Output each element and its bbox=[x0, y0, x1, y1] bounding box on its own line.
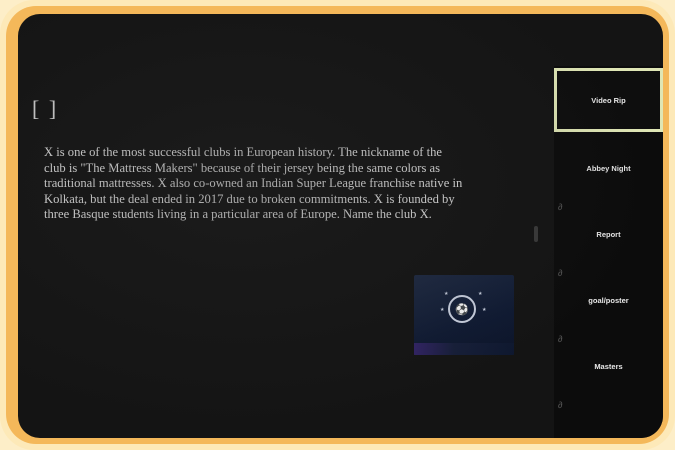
question-marker: [ ] bbox=[32, 96, 59, 121]
video-thumbnail[interactable]: ⚽ ★ ★ ★ ★ bbox=[414, 275, 514, 355]
sidebar-item-label: Report bbox=[596, 229, 621, 239]
sidebar-item-masters[interactable]: Masters bbox=[554, 334, 663, 398]
sidebar-item-abbey-night[interactable]: Abbey Night bbox=[554, 136, 663, 200]
question-text: X is one of the most successful clubs in… bbox=[44, 145, 463, 222]
video-sidebar: Video Rip Abbey Night Report goal/poster… bbox=[554, 66, 663, 438]
star-icon: ★ bbox=[478, 291, 483, 297]
star-icon: ★ bbox=[444, 291, 449, 297]
sidebar-item-report[interactable]: Report bbox=[554, 202, 663, 266]
scroll-handle[interactable] bbox=[534, 226, 538, 242]
sidebar-item-goal-poster[interactable]: goal/poster bbox=[554, 268, 663, 332]
sidebar-item-label: Abbey Night bbox=[586, 163, 631, 173]
star-icon: ★ bbox=[482, 307, 487, 313]
sidebar-item-label: Video Rip bbox=[591, 95, 626, 105]
sidebar-item-label: goal/poster bbox=[588, 295, 629, 305]
thumbnail-strip bbox=[414, 343, 514, 355]
star-icon: ★ bbox=[440, 307, 445, 313]
sidebar-item-label: Masters bbox=[594, 361, 623, 371]
sidebar-item-video-rip[interactable]: Video Rip bbox=[554, 68, 663, 132]
connector-icon: ∂ bbox=[558, 268, 563, 278]
champions-league-ball-icon: ⚽ bbox=[448, 295, 476, 323]
tv-screen: [ ] X is one of the most successful club… bbox=[18, 14, 663, 438]
connector-icon: ∂ bbox=[558, 400, 563, 410]
connector-icon: ∂ bbox=[558, 202, 563, 212]
connector-icon: ∂ bbox=[558, 334, 563, 344]
